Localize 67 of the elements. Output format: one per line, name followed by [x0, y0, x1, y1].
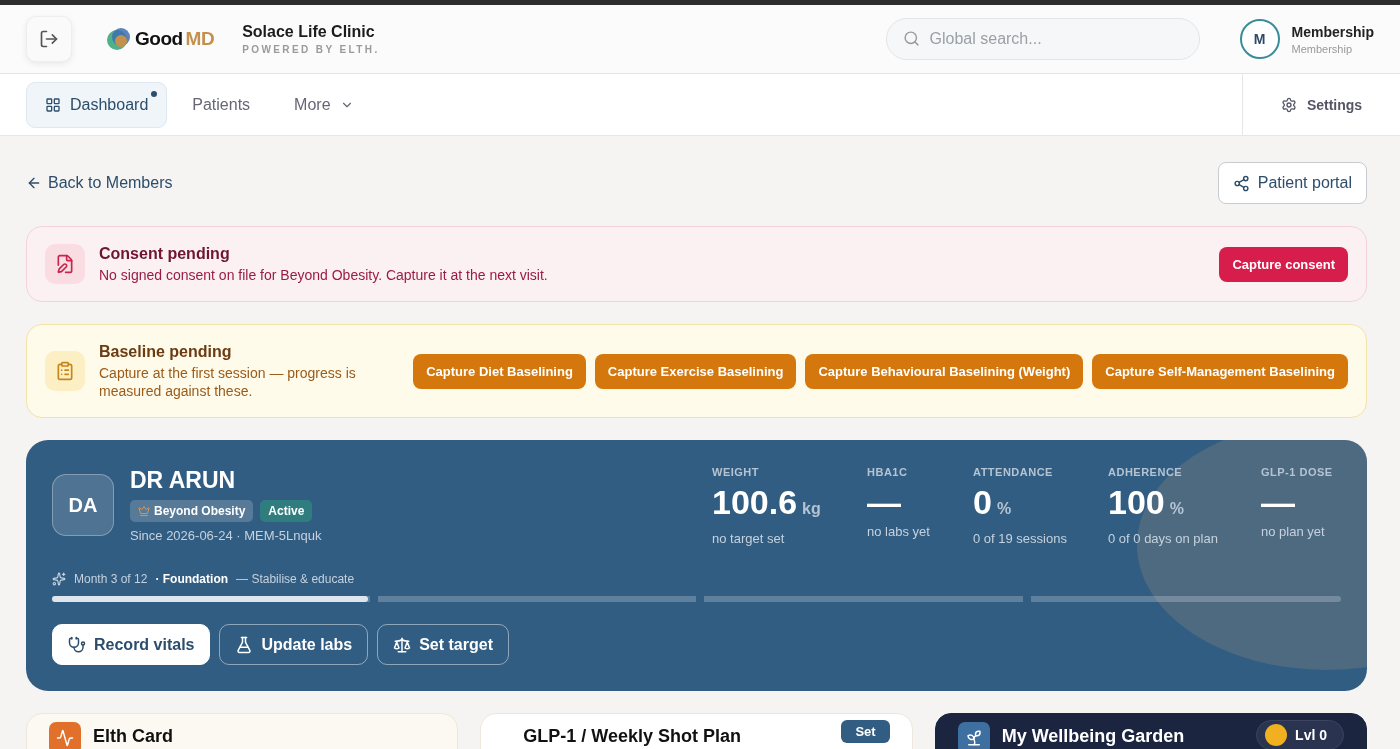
settings-button[interactable]: Settings — [1242, 74, 1400, 135]
nav-tab[interactable]: More — [275, 81, 373, 128]
program-badge: Beyond Obesity — [130, 500, 254, 522]
clinic-name: Solace Life Clinic — [242, 23, 376, 41]
stat-note: 0 of 19 sessions — [973, 531, 1068, 546]
patient-avatar: DA — [52, 474, 114, 536]
grid-icon — [45, 96, 61, 113]
pulse-icon — [49, 722, 81, 749]
stat-label: ADHERENCE — [1108, 466, 1184, 478]
set-button[interactable]: Set — [841, 720, 890, 743]
alert-message: Capture at the first session — progress is measured against these. — [99, 363, 357, 400]
settings-icon — [1280, 96, 1297, 113]
nav-tab[interactable]: Dashboard — [26, 81, 168, 128]
scale-icon — [393, 635, 412, 654]
sparkles-icon — [52, 572, 66, 586]
member-meta: Since 2026-06-24 · MEM-5Lnquk — [130, 528, 322, 543]
alert-title: Consent pending — [99, 244, 231, 263]
share-icon — [1232, 174, 1250, 192]
patient-portal-button[interactable]: Patient portal — [1217, 162, 1367, 204]
status-badge: Active — [260, 500, 313, 522]
card-title: My Wellbeing Garden — [1001, 726, 1185, 747]
search-field[interactable]: Global search... — [885, 18, 1200, 60]
alert-title: Baseline pending — [99, 342, 233, 361]
phase-month: Month 3 of 12 — [74, 572, 148, 586]
stat-note: no labs yet — [867, 524, 931, 539]
logout-button[interactable] — [26, 16, 72, 62]
arrow-left-icon — [26, 175, 42, 191]
document-pen-icon — [45, 244, 85, 284]
patient-name: DR ARUN — [130, 467, 237, 494]
stat-label: WEIGHT — [712, 466, 760, 478]
nav-tab[interactable]: Patients — [173, 81, 270, 128]
stat-value: 100.6 kg — [712, 482, 822, 523]
user-role: Membership — [1291, 42, 1354, 55]
search-icon — [902, 30, 920, 47]
stat-value: 100% — [1108, 482, 1185, 523]
user-name: Membership — [1291, 23, 1374, 40]
logo-text: Good — [135, 28, 183, 50]
logo-icon — [106, 26, 132, 52]
sprout-icon — [957, 722, 990, 749]
stat-value: 0% — [973, 482, 1013, 523]
powered-by-text: POWERED BY ELTH. — [242, 44, 380, 55]
card-title: Elth Card — [93, 726, 173, 747]
action-button[interactable]: Set target — [377, 624, 509, 665]
clipboard-icon — [45, 351, 85, 391]
action-button[interactable]: Record vitals — [52, 624, 211, 665]
stat-value: — — [1261, 482, 1296, 522]
action-button[interactable]: Update labs — [219, 624, 369, 665]
sun-icon — [1265, 724, 1288, 746]
flask-icon — [235, 635, 254, 654]
stat-label: GLP-1 DOSE — [1261, 466, 1334, 478]
level-text: Lvl 0 — [1295, 727, 1327, 743]
stat-value: — — [867, 482, 902, 522]
phase-name: · Foundation — [155, 572, 229, 586]
stat-note: no plan yet — [1261, 524, 1326, 539]
user-avatar[interactable]: M — [1239, 19, 1280, 59]
stat-label: ATTENDANCE — [973, 466, 1054, 478]
stat-label: HBA1C — [867, 466, 909, 478]
phase-goal: — Stabilise & educate — [236, 572, 355, 586]
alert-message: No signed consent on file for Beyond Obesity. Capture it at the next visit. — [99, 265, 549, 284]
card-title: GLP-1 / Weekly Shot Plan — [523, 726, 742, 747]
stethoscope-icon — [68, 635, 86, 654]
logout-icon — [39, 29, 59, 49]
capture-consent-button[interactable]: Capture consent — [1219, 246, 1348, 282]
logo-text: MD — [185, 28, 215, 50]
stat-note: no target set — [712, 531, 786, 546]
back-link[interactable]: Back to Members — [26, 174, 173, 192]
stat-note: 0 of 0 days on plan — [1108, 531, 1219, 546]
